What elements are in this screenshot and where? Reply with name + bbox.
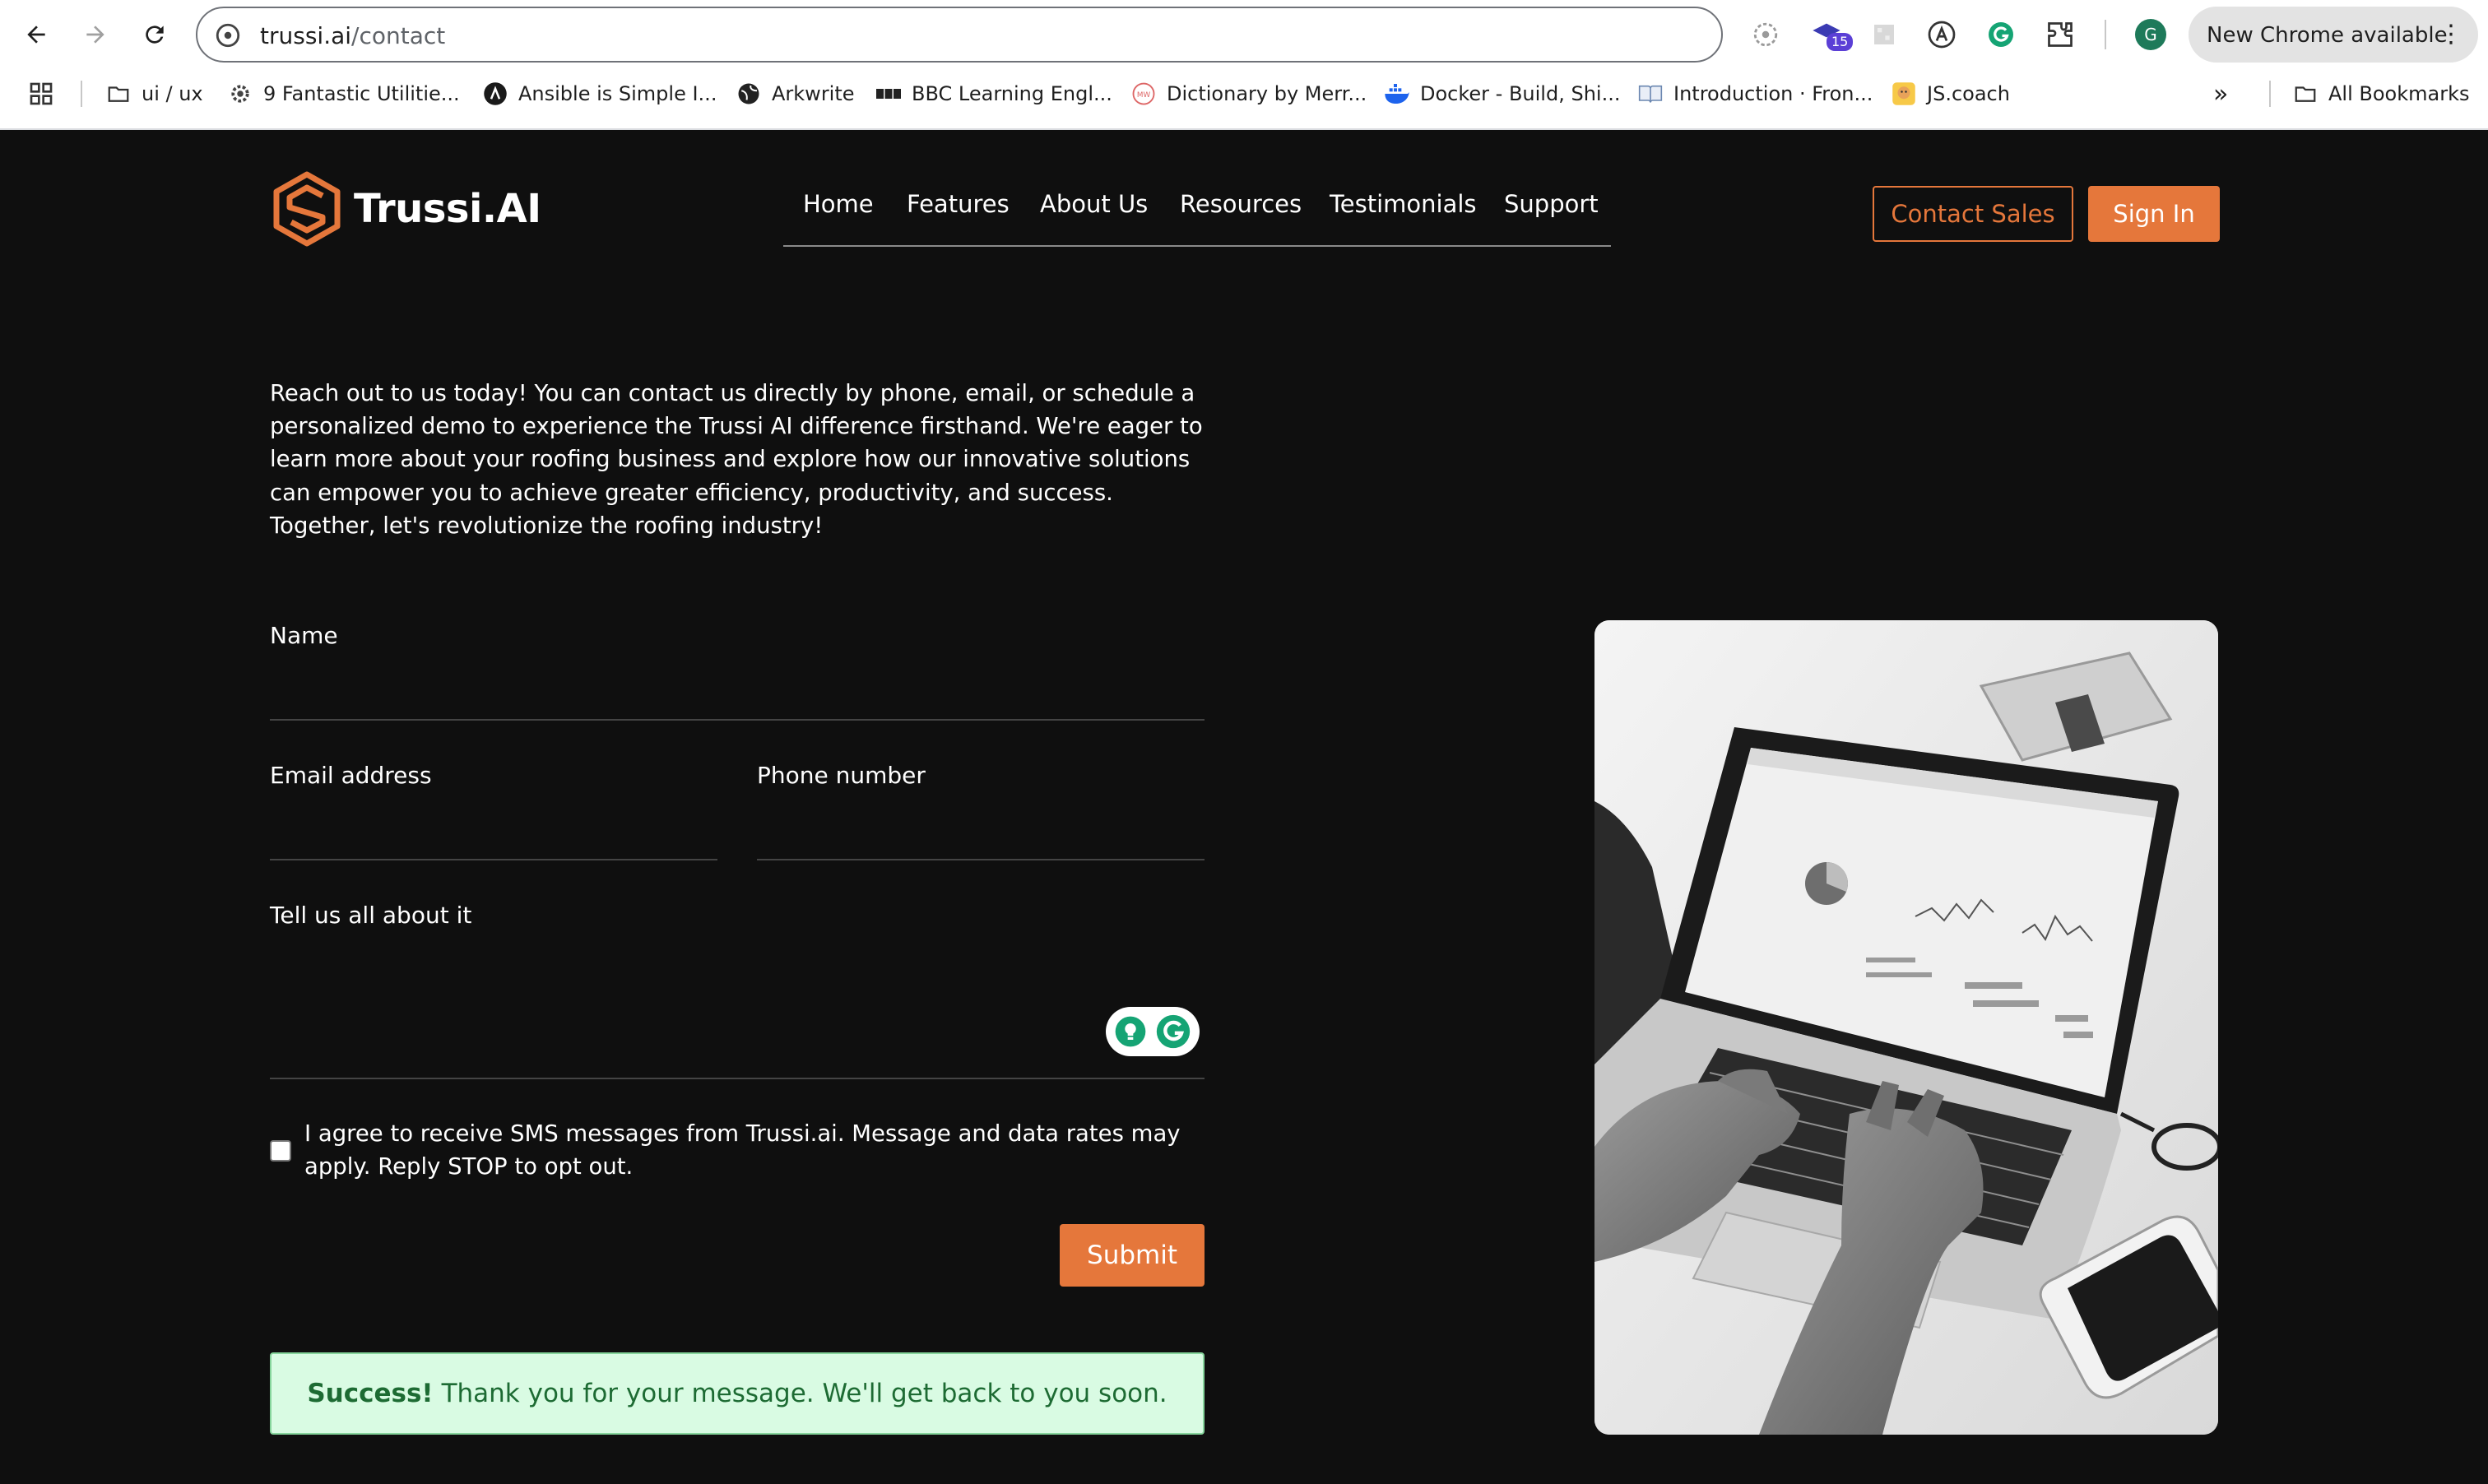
grammarly-g-icon [1156, 1014, 1191, 1049]
bookmark-ui-ux[interactable]: ui / ux [105, 77, 203, 110]
extensions-puzzle-icon[interactable] [2039, 13, 2082, 56]
nav-support[interactable]: Support [1504, 179, 1599, 229]
nav-features[interactable]: Features [907, 179, 1010, 229]
folder-icon [105, 81, 132, 107]
extension-badge: 15 [1827, 33, 1854, 51]
extension-hat-icon[interactable]: 15 [1805, 13, 1854, 56]
ansible-icon [482, 81, 508, 107]
docker-icon [1384, 81, 1410, 107]
name-input[interactable] [270, 656, 1205, 699]
nav-resources[interactable]: Resources [1180, 179, 1302, 229]
folder-icon [2292, 81, 2319, 107]
email-label: Email address [270, 762, 432, 789]
svg-text:MW: MW [1137, 91, 1151, 100]
sms-consent-checkbox[interactable] [270, 1140, 291, 1162]
message-textarea[interactable] [270, 936, 1093, 1051]
nav-about-us[interactable]: About Us [1040, 179, 1148, 229]
bookmark-divider [2269, 81, 2271, 107]
trussi-logo-icon [273, 171, 341, 247]
name-underline [270, 719, 1205, 721]
success-message: Thank you for your message. We'll get ba… [441, 1379, 1167, 1408]
forward-button[interactable] [72, 12, 118, 58]
bookmarks-bar: ui / ux 9 Fantastic Utilitie... Ansible … [0, 71, 2488, 117]
book-icon [1637, 81, 1664, 107]
email-input[interactable] [270, 796, 717, 839]
bookmark-jscoach[interactable]: JS.coach [1891, 77, 2010, 110]
all-bookmarks-button[interactable]: All Bookmarks [2292, 77, 2469, 110]
grammarly-widget[interactable] [1106, 1007, 1200, 1056]
brand-name: Trussi.AI [354, 186, 541, 232]
forward-arrow-icon [86, 26, 104, 44]
back-arrow-icon [27, 26, 45, 44]
phone-underline [757, 859, 1205, 860]
laptop-photo [1594, 620, 2218, 1435]
sms-consent-text: I agree to receive SMS messages from Tru… [304, 1120, 1181, 1180]
grammarly-extension-icon[interactable] [1980, 13, 2022, 56]
message-underline [270, 1078, 1205, 1079]
phone-label: Phone number [757, 762, 926, 789]
browser-chrome: trussi.ai/contact 15 G New Chrome availa… [0, 0, 2488, 130]
mw-icon: MW [1130, 81, 1157, 107]
nav-testimonials[interactable]: Testimonials [1330, 179, 1477, 229]
success-alert: Success! Thank you for your message. We'… [270, 1352, 1205, 1435]
page-content: Trussi.AI Home Features About Us Resourc… [0, 130, 2488, 1484]
globe-icon [736, 81, 762, 107]
toolbar-divider [2105, 20, 2106, 49]
extension-capture-icon[interactable] [1744, 13, 1787, 56]
contact-sales-button[interactable]: Contact Sales [1873, 186, 2073, 242]
extension-grid-icon[interactable] [1863, 13, 1905, 56]
email-underline [270, 859, 717, 860]
reload-button[interactable] [132, 12, 178, 58]
new-chrome-available-button[interactable]: New Chrome available ⋮ [2189, 7, 2478, 63]
main-nav: Home Features About Us Resources Testimo… [783, 179, 1611, 247]
bookmark-bbc-learning[interactable]: BBC Learning Engl... [875, 77, 1112, 110]
lightbulb-icon [1115, 1016, 1146, 1047]
bookmark-introduction[interactable]: Introduction · Fron... [1637, 77, 1873, 110]
bookmark-ansible[interactable]: Ansible is Simple I... [482, 77, 717, 110]
intro-paragraph: Reach out to us today! You can contact u… [270, 380, 1203, 539]
phone-input[interactable] [757, 796, 1205, 839]
submit-button[interactable]: Submit [1060, 1224, 1205, 1287]
sign-in-button[interactable]: Sign In [2088, 186, 2220, 242]
url-text: trussi.ai/contact [260, 22, 446, 49]
bookmark-divider [81, 81, 82, 107]
message-label: Tell us all about it [270, 902, 472, 929]
profile-avatar[interactable]: G [2129, 13, 2172, 56]
reload-icon [146, 26, 164, 44]
site-logo[interactable]: Trussi.AI [272, 169, 541, 248]
apps-grid-icon[interactable] [28, 77, 54, 110]
nav-home[interactable]: Home [803, 179, 874, 229]
name-label: Name [270, 622, 338, 649]
bookmark-arkwrite[interactable]: Arkwrite [736, 77, 855, 110]
bookmark-dictionary[interactable]: MW Dictionary by Merr... [1130, 77, 1367, 110]
site-info-icon[interactable] [214, 21, 242, 49]
laptop-typing-illustration [1594, 620, 2218, 1435]
more-menu-icon[interactable]: ⋮ [2439, 18, 2463, 51]
gear-icon [227, 81, 253, 107]
bookmark-docker[interactable]: Docker - Build, Shi... [1384, 77, 1620, 110]
bookmark-fantastic-utilities[interactable]: 9 Fantastic Utilitie... [227, 77, 460, 110]
extension-a-icon[interactable] [1920, 13, 1963, 56]
success-strong: Success! [307, 1379, 434, 1408]
back-button[interactable] [13, 12, 59, 58]
bbc-icon [875, 81, 902, 107]
bookmarks-overflow-button[interactable]: » [2213, 77, 2228, 110]
address-bar[interactable]: trussi.ai/contact [196, 7, 1723, 63]
jscoach-icon [1891, 81, 1917, 107]
